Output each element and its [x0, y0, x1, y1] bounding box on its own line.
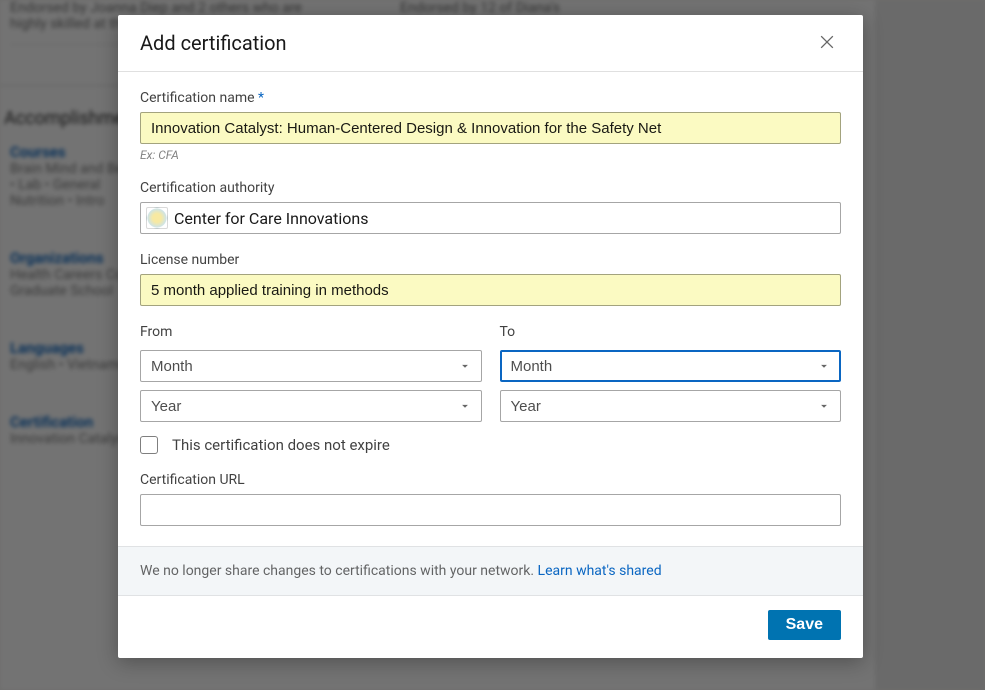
url-group: Certification URL — [140, 472, 841, 526]
save-button[interactable]: Save — [768, 610, 841, 640]
modal-body: Certification name * Ex: CFA Certificati… — [118, 72, 863, 546]
info-link[interactable]: Learn what's shared — [538, 563, 662, 579]
close-icon — [817, 32, 837, 55]
license-label: License number — [140, 252, 841, 268]
from-month-select[interactable]: Month — [140, 350, 482, 382]
modal-title: Add certification — [140, 31, 287, 55]
modal-header: Add certification — [118, 15, 863, 72]
required-indicator: * — [258, 90, 264, 106]
cert-name-label-text: Certification name — [140, 90, 255, 106]
from-column: From Month Year — [140, 324, 482, 422]
no-expire-checkbox[interactable] — [140, 436, 158, 454]
to-label: To — [500, 324, 842, 340]
from-label: From — [140, 324, 482, 340]
cert-name-input[interactable] — [140, 112, 841, 144]
authority-org-icon — [146, 207, 168, 229]
url-label: Certification URL — [140, 472, 841, 488]
date-range-row: From Month Year — [140, 324, 841, 422]
cert-name-hint: Ex: CFA — [140, 148, 841, 162]
no-expire-row: This certification does not expire — [140, 436, 841, 454]
license-group: License number — [140, 252, 841, 306]
authority-label: Certification authority — [140, 180, 841, 196]
to-column: To Month Year — [500, 324, 842, 422]
close-button[interactable] — [813, 29, 841, 57]
cert-name-group: Certification name * Ex: CFA — [140, 90, 841, 162]
url-input[interactable] — [140, 494, 841, 526]
authority-group: Certification authority Center for Care … — [140, 180, 841, 234]
cert-name-label: Certification name * — [140, 90, 841, 106]
modal-footer: Save — [118, 596, 863, 658]
info-banner: We no longer share changes to certificat… — [118, 546, 863, 596]
to-month-select[interactable]: Month — [500, 350, 842, 382]
authority-value: Center for Care Innovations — [174, 209, 368, 228]
from-year-select[interactable]: Year — [140, 390, 482, 422]
info-text: We no longer share changes to certificat… — [140, 563, 538, 579]
add-certification-modal: Add certification Certification name * E… — [118, 15, 863, 658]
authority-input[interactable]: Center for Care Innovations — [140, 202, 841, 234]
license-input[interactable] — [140, 274, 841, 306]
no-expire-label: This certification does not expire — [172, 436, 390, 454]
to-year-select[interactable]: Year — [500, 390, 842, 422]
